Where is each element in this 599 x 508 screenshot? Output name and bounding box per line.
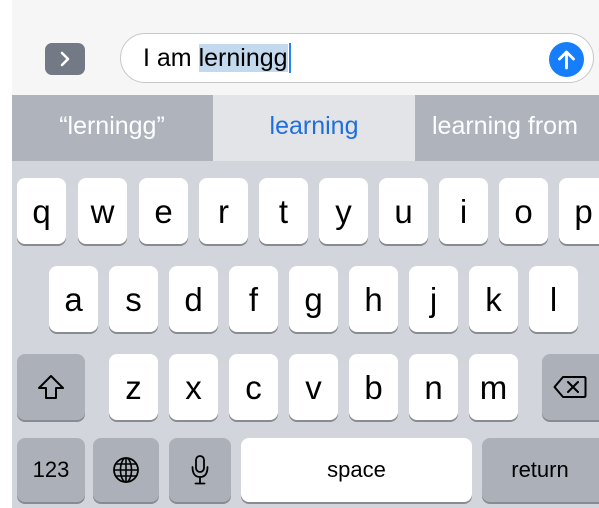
numbers-key-label: 123 [32, 457, 70, 482]
key-label: s [125, 280, 142, 318]
key-u[interactable]: u [379, 178, 428, 244]
key-label: n [424, 368, 443, 406]
dictation-key[interactable] [169, 438, 231, 502]
return-key[interactable]: return [482, 438, 599, 502]
message-text: I am lerningg [143, 43, 292, 73]
key-p[interactable]: p [559, 178, 599, 244]
prediction-original-word[interactable]: “lerningg” [12, 95, 212, 161]
key-label: x [185, 368, 202, 406]
shift-icon [38, 375, 64, 399]
key-label: o [514, 192, 533, 230]
key-s[interactable]: s [109, 266, 158, 332]
chevron-right-icon [60, 51, 70, 67]
key-label: y [335, 192, 352, 230]
message-text-prefix: I am [143, 44, 199, 72]
text-cursor [288, 43, 292, 73]
key-label: g [304, 280, 323, 318]
key-d[interactable]: d [169, 266, 218, 332]
predictive-text-bar: “lerningg” learning learning from [12, 95, 599, 161]
key-label: w [90, 192, 115, 230]
key-v[interactable]: v [289, 354, 338, 420]
keyboard: q w e r t y u i o p a s d f g h j k l z … [12, 161, 599, 508]
delete-key[interactable] [542, 354, 599, 420]
message-text-field[interactable]: I am lerningg [120, 33, 594, 83]
key-label: k [485, 280, 502, 318]
key-m[interactable]: m [469, 354, 518, 420]
message-input-bar: I am lerningg [12, 0, 599, 95]
delete-backward-icon [553, 376, 587, 398]
key-h[interactable]: h [349, 266, 398, 332]
key-label: z [125, 368, 142, 406]
key-label: u [394, 192, 413, 230]
key-label: i [459, 192, 468, 230]
globe-icon [113, 457, 139, 483]
prediction-suggestion-learning-from[interactable]: learning from [416, 95, 599, 161]
globe-key[interactable] [93, 438, 159, 502]
expand-apps-button[interactable] [45, 43, 85, 75]
arrow-up-icon [558, 50, 575, 70]
send-button[interactable] [549, 42, 584, 77]
key-t[interactable]: t [259, 178, 308, 244]
key-label: e [154, 192, 173, 230]
numbers-key[interactable]: 123 [17, 438, 85, 502]
key-e[interactable]: e [139, 178, 188, 244]
key-q[interactable]: q [17, 178, 66, 244]
space-key[interactable]: space [241, 438, 472, 502]
key-n[interactable]: n [409, 354, 458, 420]
key-label: d [184, 280, 203, 318]
key-label: j [429, 280, 438, 318]
key-a[interactable]: a [49, 266, 98, 332]
key-label: a [64, 280, 83, 318]
key-g[interactable]: g [289, 266, 338, 332]
key-k[interactable]: k [469, 266, 518, 332]
shift-key[interactable] [17, 354, 85, 420]
key-c[interactable]: c [229, 354, 278, 420]
key-w[interactable]: w [78, 178, 127, 244]
key-l[interactable]: l [529, 266, 578, 332]
key-o[interactable]: o [499, 178, 548, 244]
prediction-suggestion-learning[interactable]: learning [213, 95, 415, 161]
key-i[interactable]: i [439, 178, 488, 244]
key-label: b [364, 368, 383, 406]
key-label: m [479, 368, 508, 406]
key-j[interactable]: j [409, 266, 458, 332]
microphone-icon [191, 455, 209, 485]
key-b[interactable]: b [349, 354, 398, 420]
key-label: c [245, 368, 262, 406]
key-y[interactable]: y [319, 178, 368, 244]
key-label: l [549, 280, 558, 318]
key-label: h [364, 280, 383, 318]
messages-screen: I am lerningg “lerningg” learning learni… [12, 0, 599, 508]
key-label: t [278, 192, 289, 230]
key-label: v [305, 368, 322, 406]
selected-misspelled-word: lerningg [198, 44, 288, 72]
key-f[interactable]: f [229, 266, 278, 332]
key-r[interactable]: r [199, 178, 248, 244]
key-label: q [32, 192, 51, 230]
key-label: f [248, 280, 259, 318]
key-x[interactable]: x [169, 354, 218, 420]
key-label: p [574, 192, 593, 230]
space-key-label: space [327, 457, 386, 482]
return-key-label: return [511, 457, 569, 482]
key-label: r [218, 192, 229, 230]
key-z[interactable]: z [109, 354, 158, 420]
